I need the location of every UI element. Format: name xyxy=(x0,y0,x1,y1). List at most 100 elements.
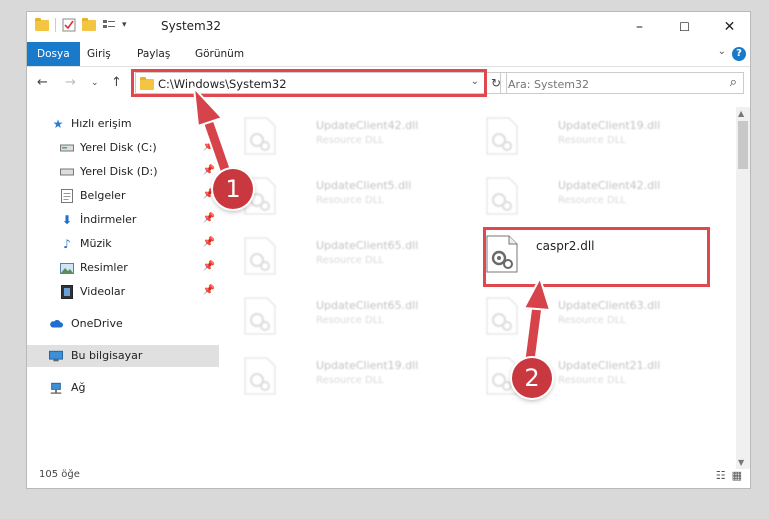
nav-label: Ağ xyxy=(71,381,86,394)
file-item[interactable]: UpdateClient19.dll Resource DLL xyxy=(486,113,716,163)
view-options-icon[interactable] xyxy=(102,18,116,32)
file-item[interactable]: UpdateClient63.dll Resource DLL xyxy=(486,293,716,343)
customize-dropdown-icon[interactable]: ▾ xyxy=(122,20,127,30)
nav-label: Belgeler xyxy=(80,189,126,202)
file-name: caspr2.dll xyxy=(536,239,595,253)
ribbon-tabs: Dosya Giriş Paylaş Görünüm ⌄ ? xyxy=(27,42,750,67)
address-bar[interactable]: C:\Windows\System32 ⌄ xyxy=(135,72,485,94)
window-title: System32 xyxy=(161,19,222,33)
file-name: UpdateClient19.dll xyxy=(316,359,419,372)
scrollbar-thumb[interactable] xyxy=(738,121,748,169)
file-type: Resource DLL xyxy=(558,375,626,386)
file-item[interactable]: UpdateClient5.dll Resource DLL xyxy=(244,173,474,223)
dll-file-icon xyxy=(244,297,276,335)
dll-file-icon xyxy=(486,297,518,335)
pin-icon[interactable]: 📌 xyxy=(203,189,215,200)
minimize-button[interactable]: – xyxy=(617,12,662,42)
file-type: Resource DLL xyxy=(316,195,384,206)
star-icon: ★ xyxy=(52,117,64,131)
back-arrow-icon[interactable]: ← xyxy=(37,75,48,90)
view-toggle: ☷ ▦ xyxy=(716,469,742,482)
help-icon[interactable]: ? xyxy=(732,47,746,61)
file-type: Resource DLL xyxy=(316,135,384,146)
address-path: C:\Windows\System32 xyxy=(158,77,287,91)
forward-arrow-icon[interactable]: → xyxy=(65,75,76,90)
recent-locations-icon[interactable]: ⌄ xyxy=(91,78,99,88)
nav-item-music[interactable]: ♪ Müzik 📌 xyxy=(27,233,219,255)
pin-icon[interactable]: 📌 xyxy=(203,213,215,224)
dll-file-icon xyxy=(486,357,518,395)
maximize-button[interactable]: ☐ xyxy=(662,12,707,42)
nav-label: OneDrive xyxy=(71,317,123,330)
close-button[interactable]: ✕ xyxy=(707,12,750,42)
details-view-icon[interactable]: ☷ xyxy=(716,469,726,482)
nav-onedrive[interactable]: OneDrive xyxy=(27,313,219,335)
file-item[interactable]: UpdateClient65.dll Resource DLL xyxy=(244,233,474,283)
tab-home[interactable]: Giriş xyxy=(87,42,111,66)
tab-file[interactable]: Dosya xyxy=(27,42,80,66)
chevron-down-icon[interactable]: ⌄ xyxy=(718,46,726,57)
dll-file-icon xyxy=(486,235,518,273)
pin-icon[interactable]: 📌 xyxy=(203,261,215,272)
file-type: Resource DLL xyxy=(316,255,384,266)
title-bar: ▾ System32 – ☐ ✕ xyxy=(27,12,750,42)
file-item-caspr2[interactable]: caspr2.dll xyxy=(486,231,716,281)
file-name: UpdateClient5.dll xyxy=(316,179,412,192)
pin-icon[interactable]: 📌 xyxy=(203,285,215,296)
nav-label: Hızlı erişim xyxy=(71,117,132,130)
nav-item-drive-d[interactable]: Yerel Disk (D:) 📌 xyxy=(27,161,219,183)
file-item[interactable]: UpdateClient65.dll Resource DLL xyxy=(244,293,474,343)
scroll-up-icon[interactable]: ▲ xyxy=(738,109,744,118)
file-name: UpdateClient21.dll xyxy=(558,359,661,372)
documents-icon xyxy=(60,189,74,203)
nav-label: Resimler xyxy=(80,261,128,274)
nav-item-videos[interactable]: Videolar 📌 xyxy=(27,281,219,303)
nav-item-drive-c[interactable]: Yerel Disk (C:) 📌 xyxy=(27,137,219,159)
nav-network[interactable]: Ağ xyxy=(27,377,219,399)
nav-item-documents[interactable]: Belgeler 📌 xyxy=(27,185,219,207)
large-icons-view-icon[interactable]: ▦ xyxy=(732,469,742,482)
nav-item-downloads[interactable]: ⬇ İndirmeler 📌 xyxy=(27,209,219,231)
nav-quick-access[interactable]: ★ Hızlı erişim xyxy=(27,113,219,135)
search-input[interactable] xyxy=(501,73,720,95)
search-box[interactable]: ⌕ xyxy=(500,72,744,95)
file-item[interactable]: UpdateClient42.dll Resource DLL xyxy=(244,113,474,163)
nav-label: İndirmeler xyxy=(80,213,137,226)
status-bar: 105 öğe ☷ ▦ xyxy=(27,464,750,488)
tab-view[interactable]: Görünüm xyxy=(195,42,244,66)
tab-share[interactable]: Paylaş xyxy=(137,42,170,66)
nav-label: Videolar xyxy=(80,285,126,298)
explorer-window: ▾ System32 – ☐ ✕ Dosya Giriş Paylaş Görü… xyxy=(26,11,751,489)
vertical-scrollbar[interactable]: ▲ ▼ xyxy=(736,107,750,469)
videos-icon xyxy=(60,285,74,299)
properties-icon[interactable] xyxy=(62,18,76,32)
file-name: UpdateClient63.dll xyxy=(558,299,661,312)
toolbar-divider xyxy=(55,18,56,32)
file-name: UpdateClient19.dll xyxy=(558,119,661,132)
pin-icon[interactable]: 📌 xyxy=(203,165,215,176)
search-icon: ⌕ xyxy=(729,75,737,90)
new-folder-icon[interactable] xyxy=(82,17,96,31)
file-type: Resource DLL xyxy=(316,375,384,386)
nav-label: Müzik xyxy=(80,237,112,250)
nav-this-pc[interactable]: Bu bilgisayar xyxy=(27,345,219,367)
pictures-icon xyxy=(60,261,74,275)
nav-label: Yerel Disk (C:) xyxy=(80,141,157,154)
file-item[interactable]: UpdateClient42.dll Resource DLL xyxy=(486,173,716,223)
drive-icon xyxy=(60,141,74,155)
pin-icon[interactable]: 📌 xyxy=(203,141,215,152)
pin-icon[interactable]: 📌 xyxy=(203,237,215,248)
computer-icon xyxy=(49,349,63,363)
folder-icon xyxy=(35,17,49,31)
up-arrow-icon[interactable]: ↑ xyxy=(111,75,122,90)
file-item[interactable]: UpdateClient19.dll Resource DLL xyxy=(244,353,474,403)
nav-item-pictures[interactable]: Resimler 📌 xyxy=(27,257,219,279)
chevron-down-icon[interactable]: ⌄ xyxy=(471,76,479,87)
nav-label: Yerel Disk (D:) xyxy=(80,165,158,178)
navigation-bar: ← → ⌄ ↑ C:\Windows\System32 ⌄ ↻ ⌕ xyxy=(27,67,750,99)
downloads-icon: ⬇ xyxy=(61,213,73,227)
dll-file-icon xyxy=(244,177,276,215)
file-name: UpdateClient65.dll xyxy=(316,299,419,312)
file-item[interactable]: UpdateClient21.dll Resource DLL xyxy=(486,353,716,403)
dll-file-icon xyxy=(486,117,518,155)
